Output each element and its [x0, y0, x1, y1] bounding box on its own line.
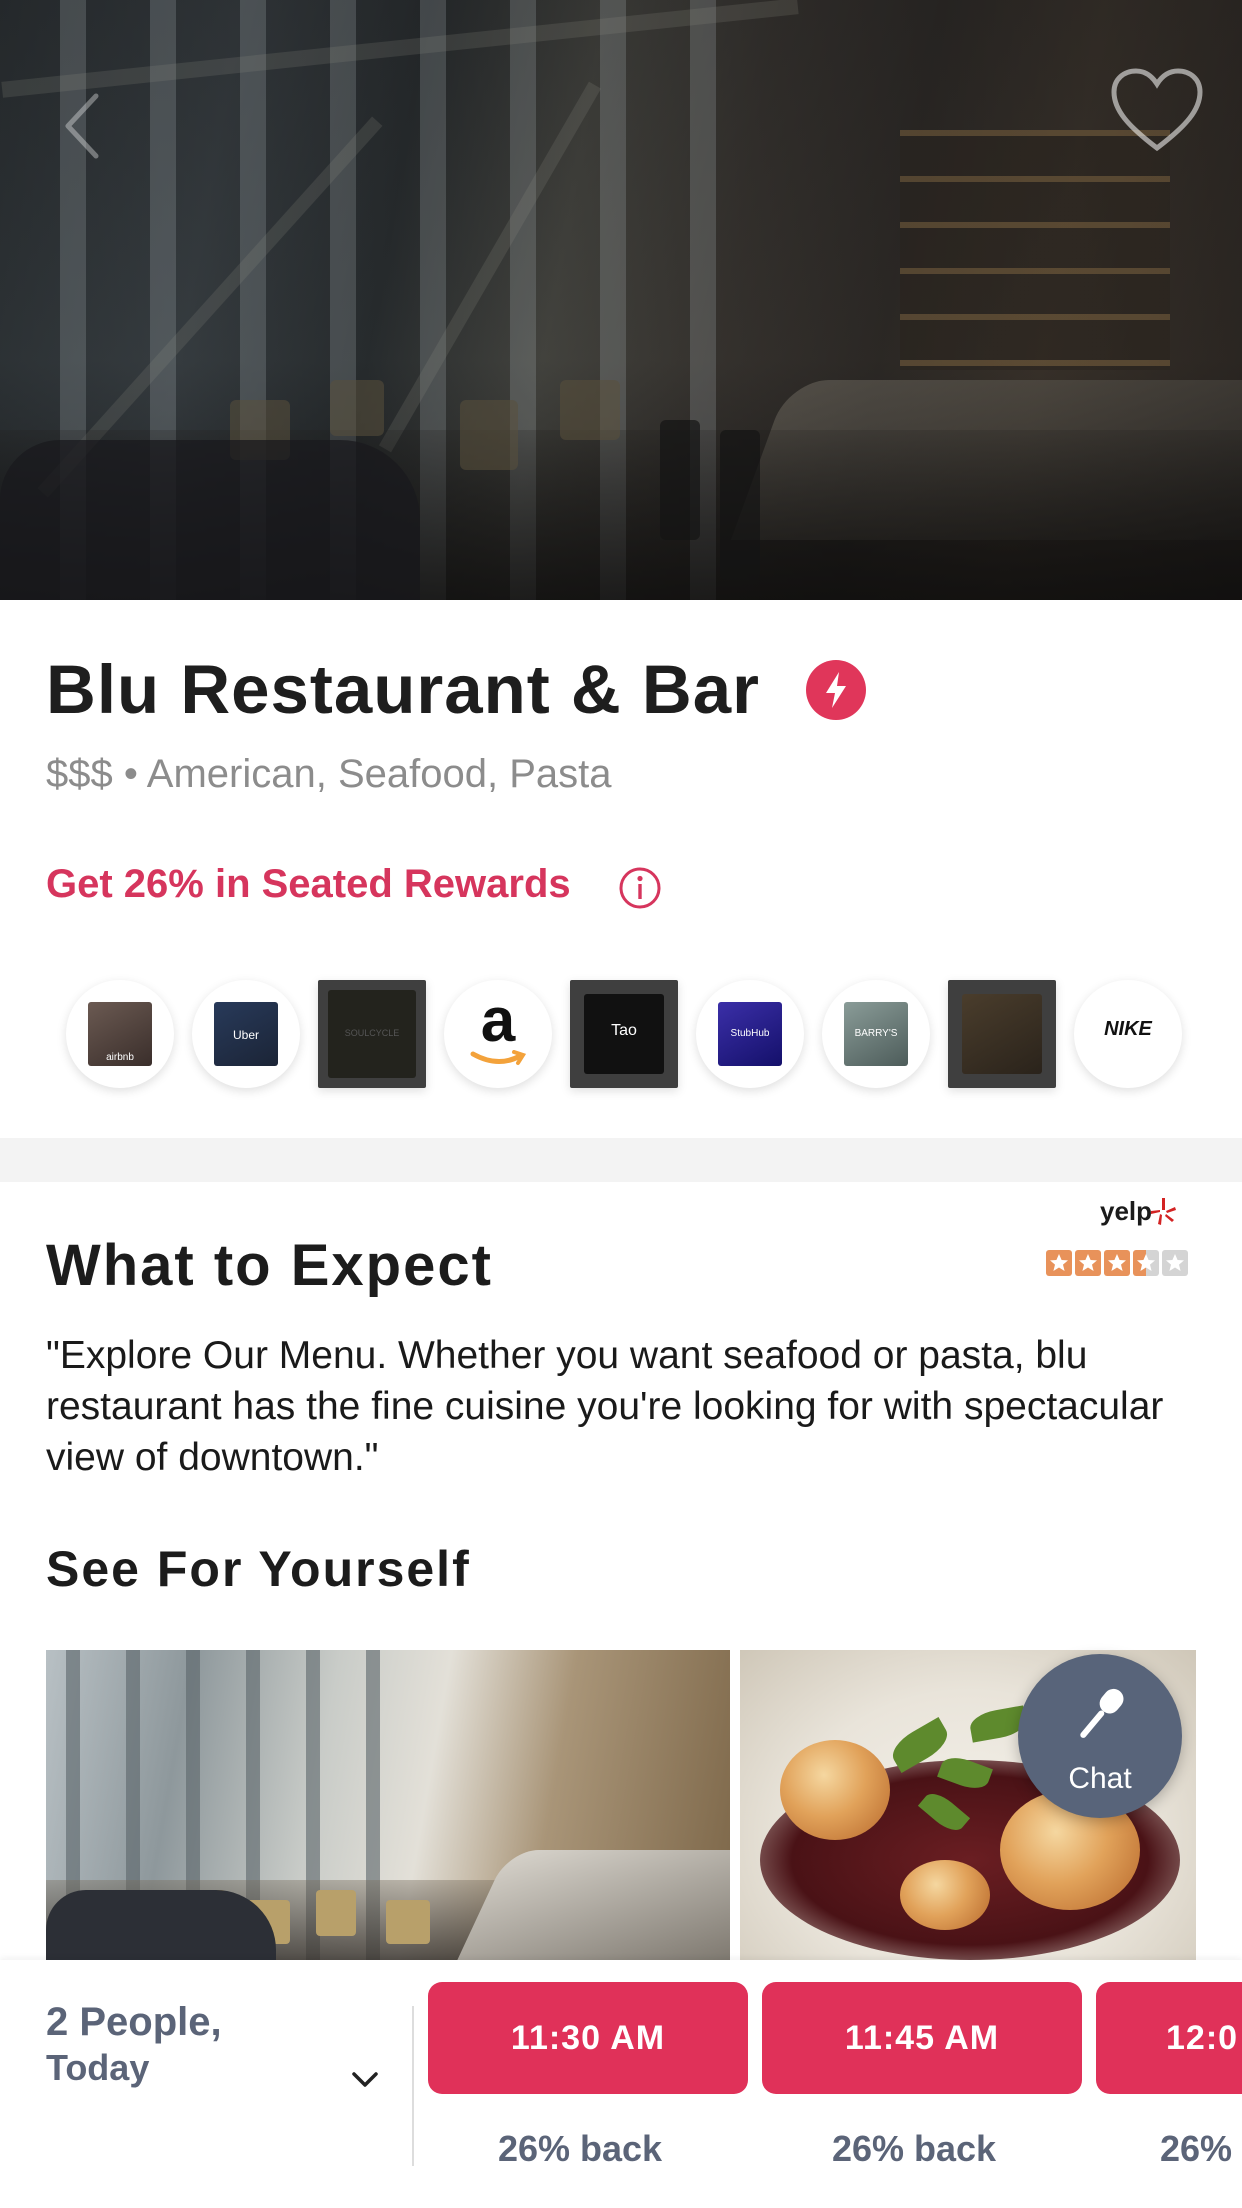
what-to-expect-heading: What to Expect: [46, 1233, 493, 1298]
info-icon[interactable]: [618, 866, 662, 910]
star-icon: [1104, 1250, 1130, 1276]
brand-stubhub[interactable]: StubHub: [696, 980, 804, 1088]
lightning-bolt-icon: [826, 672, 846, 708]
rewards-text: Get 26% in Seated Rewards: [46, 862, 571, 906]
meta-separator: •: [123, 752, 138, 796]
heart-icon: [1111, 68, 1203, 152]
party-selector[interactable]: 2 People, Today: [46, 1998, 376, 2090]
brand-tao[interactable]: Tao: [570, 980, 678, 1088]
chat-button[interactable]: Chat: [1018, 1654, 1182, 1818]
cashback-label: 26% back: [497, 2128, 663, 2169]
chevron-down-icon[interactable]: [350, 2070, 380, 2090]
nike-logo: NIKE: [1104, 1018, 1152, 1040]
star-half-icon: [1133, 1250, 1159, 1276]
booking-divider: [412, 2006, 414, 2166]
time-slot-button-partial[interactable]: 12:0: [1096, 1982, 1242, 2094]
restaurant-description: "Explore Our Menu. Whether you want seaf…: [46, 1334, 1164, 1479]
brand-uber[interactable]: Uber: [192, 980, 300, 1088]
yelp-logo: yelp: [1100, 1196, 1153, 1226]
amazon-smile-icon: [470, 1050, 526, 1065]
amazon-logo: a: [480, 986, 516, 1055]
price-level: $$$: [46, 752, 113, 796]
gallery-photo-interior[interactable]: [46, 1650, 730, 1960]
booking-bar: 2 People, Today 11:30 AM 26% back 11:45 …: [0, 1960, 1242, 2208]
brand-soulcycle[interactable]: SOULCYCLE: [318, 980, 426, 1088]
yelp-rating-stars: [1046, 1250, 1188, 1276]
brand-barrys[interactable]: BARRY'S: [822, 980, 930, 1088]
star-icon: [1075, 1250, 1101, 1276]
section-divider: [0, 1138, 1242, 1182]
chevron-left-icon: [65, 93, 99, 159]
yelp-burst-icon: [1151, 1198, 1176, 1225]
star-icon: [1046, 1250, 1072, 1276]
microphone-icon: [1080, 1688, 1124, 1738]
brand-venue[interactable]: [948, 980, 1056, 1088]
star-empty-icon: [1162, 1250, 1188, 1276]
brand-airbnb[interactable]: airbnb: [66, 980, 174, 1088]
cuisine-list: American, Seafood, Pasta: [146, 752, 612, 796]
time-slot-button[interactable]: 11:30 AM: [428, 1982, 748, 2094]
back-button[interactable]: [56, 86, 116, 166]
brand-amazon[interactable]: a: [444, 980, 552, 1088]
party-size: 2 People,: [46, 2000, 222, 2044]
chat-label: Chat: [1068, 1762, 1132, 1795]
restaurant-name: Blu Restaurant & Bar: [46, 651, 760, 728]
cashback-label: 26% back: [831, 2128, 997, 2169]
instant-booking-badge: [806, 660, 866, 720]
brand-nike[interactable]: NIKE: [1074, 980, 1182, 1088]
cashback-label-partial: 26%: [1160, 2128, 1233, 2169]
see-for-yourself-heading: See For Yourself: [46, 1541, 471, 1597]
restaurant-meta: $$$ • American, Seafood, Pasta: [46, 752, 612, 797]
hero-image: [0, 0, 1242, 600]
favorite-button[interactable]: [1108, 66, 1206, 156]
partner-brand-row[interactable]: airbnb Uber SOULCYCLE a Tao StubHub BARR…: [46, 970, 1196, 1096]
party-date: Today: [46, 2047, 150, 2088]
time-slot-button[interactable]: 11:45 AM: [762, 1982, 1082, 2094]
